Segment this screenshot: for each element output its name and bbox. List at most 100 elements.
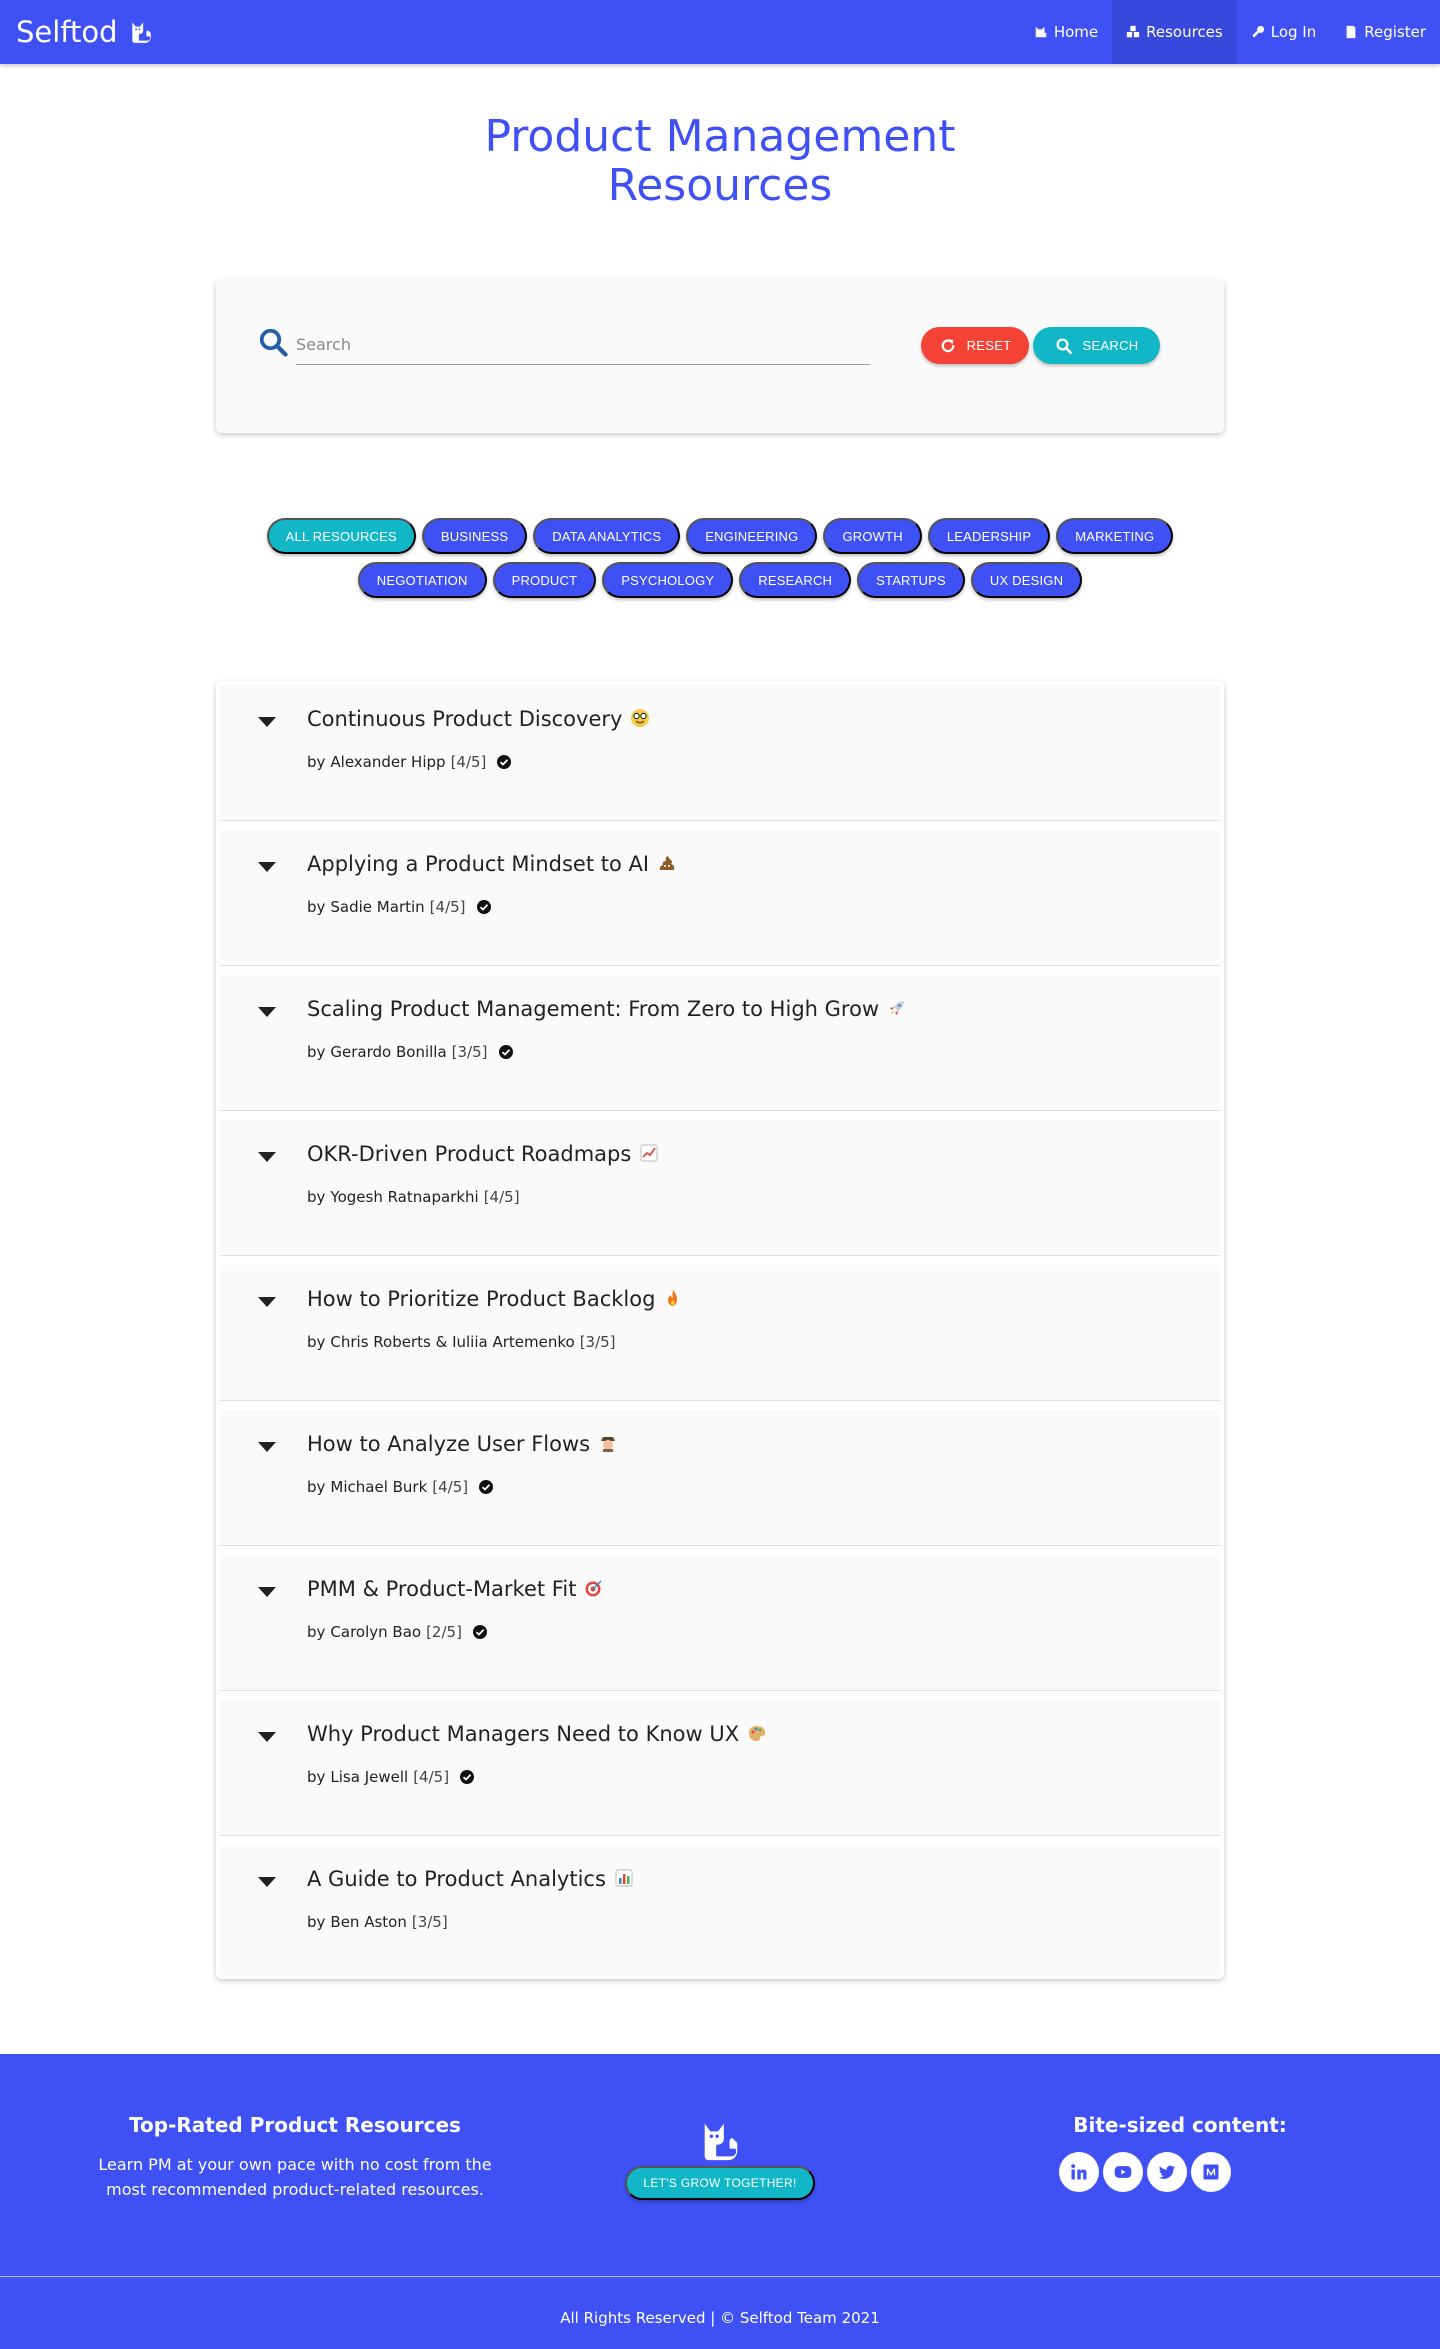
resource-author: Ben Aston (330, 1913, 407, 1931)
resource-author: Michael Burk (330, 1478, 428, 1496)
resource-item[interactable]: How to Analyze User Flows by Michael Burk[… (220, 1410, 1220, 1546)
footer-left-text: Learn PM at your own pace with no cost f… (98, 2155, 492, 2199)
key-icon (1252, 25, 1264, 38)
resource-list: Continuous Product Discovery by Alexander … (216, 681, 1224, 1979)
resource-item[interactable]: PMM & Product-Market Fit by Carolyn Bao [2/… (220, 1555, 1220, 1691)
resource-title-text: Why Product Managers Need to Know UX (307, 1722, 740, 1746)
resource-author: Lisa Jewell (330, 1768, 409, 1786)
nav-login-link[interactable]: Log In (1237, 0, 1331, 64)
verified-check-icon (472, 1624, 488, 1640)
nav-register-link[interactable]: Register (1330, 0, 1440, 64)
footer-divider (0, 2276, 1440, 2277)
resource-rating: [2/5] (426, 1623, 462, 1641)
nav-home-link[interactable]: Home (1020, 0, 1112, 64)
resource-title-text: How to Prioritize Product Backlog (307, 1287, 656, 1311)
nav-register-label: Register (1364, 23, 1426, 41)
page-title-line2: Resources (607, 160, 833, 211)
resource-title: Why Product Managers Need to Know UX (307, 1722, 767, 1746)
resource-item[interactable]: Why Product Managers Need to Know UX by Li… (220, 1700, 1220, 1836)
expand-caret-icon[interactable] (258, 862, 276, 872)
search-button-label: SEARCH (1082, 338, 1139, 353)
youtube-icon (1114, 2166, 1132, 2178)
category-chip-startups[interactable]: STARTUPS (857, 562, 965, 598)
by-label: by (307, 1188, 326, 1206)
linkedin-link[interactable] (1059, 2152, 1099, 2192)
resource-item[interactable]: How to Prioritize Product Backlog by Chris… (220, 1265, 1220, 1401)
linkedin-icon (1071, 2164, 1087, 2180)
social-links (1059, 2152, 1231, 2192)
resource-author: Carolyn Bao (330, 1623, 422, 1641)
category-filter: ALL RESOURCES BUSINESS DATA ANALYTICS ENGIN… (200, 518, 1240, 598)
search-icon (259, 328, 288, 357)
resource-item[interactable]: Scaling Product Management: From Zero to… (220, 975, 1220, 1111)
resource-rating: [3/5] (411, 1913, 448, 1931)
expand-caret-icon[interactable] (258, 1152, 276, 1162)
youtube-link[interactable] (1103, 2152, 1143, 2192)
nav-resources-link[interactable]: Resources (1112, 0, 1237, 64)
verified-check-icon (476, 899, 492, 915)
by-label: by (307, 1913, 326, 1931)
artist-palette-emoji (747, 1723, 767, 1743)
resource-title-text: Applying a Product Mindset to AI (307, 852, 650, 876)
category-chip-business[interactable]: BUSINESS (421, 518, 528, 554)
by-label: by (307, 898, 326, 916)
resource-title-text: Continuous Product Discovery (307, 707, 623, 731)
category-chip-marketing[interactable]: MARKETING (1056, 518, 1174, 554)
category-chip-negotiation[interactable]: NEGOTIATION (357, 562, 487, 598)
category-chip-psychology[interactable]: PSYCHOLOGY (602, 562, 734, 598)
resource-meta: by Chris Roberts & Iuliia Artemenko [3/5] (307, 1333, 616, 1351)
footer-right-title: Bite-sized content: (1073, 2113, 1287, 2137)
nav-login-label: Log In (1270, 23, 1317, 41)
resource-title: How to Prioritize Product Backlog (307, 1287, 683, 1311)
nav-home-label: Home (1053, 23, 1099, 41)
grow-together-button[interactable]: LET'S GROW TOGETHER! (625, 2166, 815, 2200)
chart-increasing-emoji (639, 1143, 659, 1163)
resource-author: Chris Roberts & Iuliia Artemenko (330, 1333, 575, 1351)
category-chip-data-analytics[interactable]: DATA ANALYTICS (533, 518, 681, 554)
resource-meta: by Lisa Jewell [4/5] (307, 1768, 475, 1786)
resource-item[interactable]: OKR-Driven Product Roadmaps by Yogesh Ratn… (220, 1120, 1220, 1256)
expand-caret-icon[interactable] (258, 1732, 276, 1742)
expand-caret-icon[interactable] (258, 1007, 276, 1017)
by-label: by (307, 1043, 326, 1061)
resource-rating: [4/5] (450, 753, 487, 771)
resource-meta: by Yogesh Ratnaparkhi [4/5] (307, 1188, 520, 1206)
category-chip-research[interactable]: RESEARCH (739, 562, 852, 598)
medium-link[interactable] (1191, 2152, 1231, 2192)
search-button[interactable]: SEARCH (1033, 327, 1160, 364)
resource-title: A Guide to Product Analytics (307, 1867, 634, 1891)
expand-caret-icon[interactable] (258, 1587, 276, 1597)
resource-rating: [3/5] (579, 1333, 616, 1351)
nerd-face-emoji (630, 708, 650, 728)
category-chip-growth[interactable]: GROWTH (823, 518, 922, 554)
direct-hit-emoji (584, 1578, 604, 1598)
resource-item[interactable]: A Guide to Product Analytics by Ben Aston[… (220, 1845, 1220, 1979)
resource-rating: [4/5] (483, 1188, 520, 1206)
resource-item[interactable]: Continuous Product Discovery by Alexander … (220, 685, 1220, 821)
category-chip-all-resources[interactable]: ALL RESOURCES (266, 518, 416, 554)
search-input[interactable] (296, 325, 870, 365)
verified-check-icon (496, 754, 512, 770)
twitter-link[interactable] (1147, 2152, 1187, 2192)
detective-emoji (598, 1433, 618, 1453)
category-chip-ux-design[interactable]: UX DESIGN (970, 562, 1083, 598)
expand-caret-icon[interactable] (258, 717, 276, 727)
resource-title: Continuous Product Discovery (307, 707, 650, 731)
nav-links: Home Resources Log In Register (1020, 0, 1440, 64)
resource-item[interactable]: Applying a Product Mindset to AI by Sadie … (220, 830, 1220, 966)
category-chip-engineering[interactable]: ENGINEERING (686, 518, 818, 554)
footer-left-title: Top-Rated Product Resources (129, 2113, 461, 2137)
reset-button[interactable]: RESET (921, 327, 1029, 364)
nav-resources-label: Resources (1146, 23, 1223, 41)
expand-caret-icon[interactable] (258, 1442, 276, 1452)
brand-logo[interactable]: Selftod (16, 13, 154, 51)
cat-logo-icon (704, 2123, 738, 2161)
register-icon (1346, 25, 1356, 39)
category-chip-product[interactable]: PRODUCT (492, 562, 597, 598)
expand-caret-icon[interactable] (258, 1877, 276, 1887)
verified-check-icon (498, 1044, 514, 1060)
resource-meta: by Michael Burk [4/5] (307, 1478, 494, 1496)
medium-icon (1203, 2164, 1219, 2180)
category-chip-leadership[interactable]: LEADERSHIP (927, 518, 1051, 554)
expand-caret-icon[interactable] (258, 1297, 276, 1307)
